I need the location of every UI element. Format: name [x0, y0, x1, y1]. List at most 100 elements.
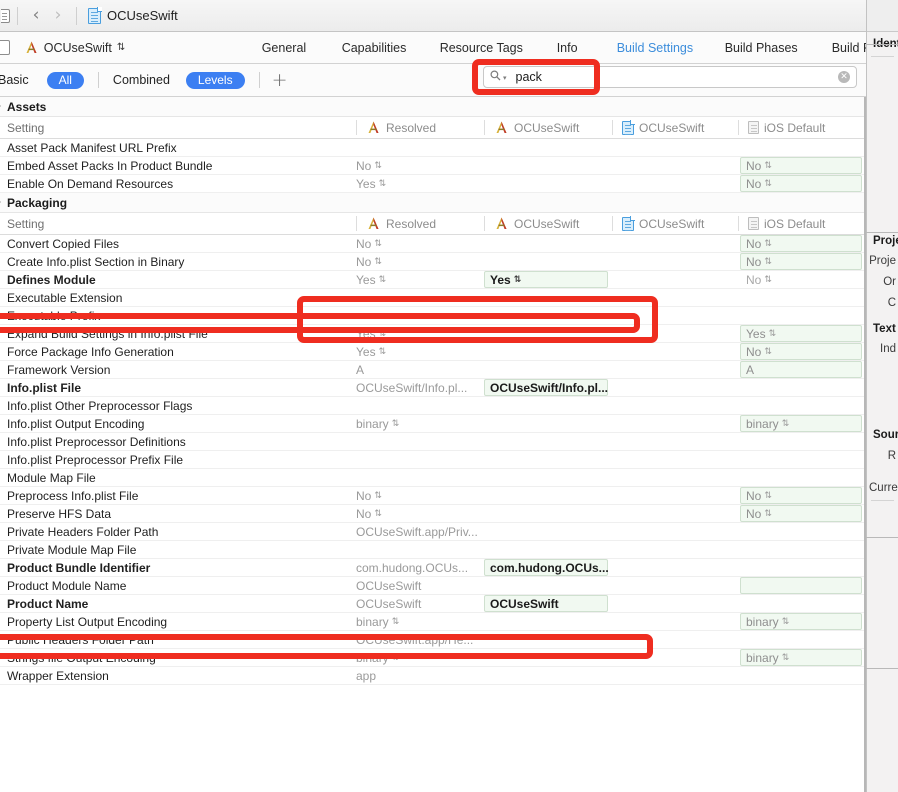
- table-row[interactable]: Public Headers Folder Path OCUseSwift.app…: [0, 631, 866, 649]
- ios-default-value-field[interactable]: binary ⇅: [740, 613, 862, 630]
- ios-default-stepper-icon[interactable]: ⇅: [764, 161, 771, 171]
- table-row[interactable]: Strings file Output Encoding binary ⇅ binar…: [0, 649, 866, 667]
- breadcrumb[interactable]: OCUseSwift: [88, 6, 178, 24]
- add-setting-button[interactable]: +: [272, 70, 288, 90]
- ios-default-value-field[interactable]: No ⇅: [740, 487, 862, 504]
- column-header-setting[interactable]: Setting: [0, 217, 348, 231]
- table-row[interactable]: Force Package Info Generation Yes ⇅ No ⇅: [0, 343, 866, 361]
- group-header-assets[interactable]: Assets: [0, 97, 866, 117]
- table-row[interactable]: Executable Prefix: [0, 307, 866, 325]
- group-title: Packaging: [7, 195, 68, 210]
- forward-button[interactable]: ›: [47, 7, 69, 24]
- table-row[interactable]: Preserve HFS Data No ⇅ No ⇅: [0, 505, 866, 523]
- table-row[interactable]: Framework Version A A: [0, 361, 866, 379]
- disclosure-triangle-icon[interactable]: [0, 198, 1, 206]
- filter-levels[interactable]: Levels: [185, 71, 245, 89]
- target-selector[interactable]: OCUseSwift ⇅: [24, 40, 125, 55]
- ios-default-value-field[interactable]: Yes ⇅: [740, 325, 862, 342]
- tab-build-settings[interactable]: Build Settings: [615, 41, 695, 55]
- ios-default-stepper-icon[interactable]: ⇅: [764, 347, 771, 357]
- table-row[interactable]: Module Map File: [0, 469, 866, 487]
- target-value-field[interactable]: Yes ⇅: [484, 271, 608, 288]
- column-header-target[interactable]: OCUseSwift: [484, 120, 579, 135]
- table-row[interactable]: Private Module Map File: [0, 541, 866, 559]
- tab-resource-tags[interactable]: Resource Tags: [438, 41, 525, 55]
- table-row[interactable]: Product Bundle Identifier com.hudong.OCUs…: [0, 559, 866, 577]
- ios-default-stepper-icon[interactable]: ⇅: [764, 509, 771, 519]
- table-row[interactable]: Asset Pack Manifest URL Prefix: [0, 139, 866, 157]
- sidebar-toggle-icon[interactable]: [1, 8, 10, 23]
- ios-default-stepper-icon[interactable]: ⇅: [764, 239, 771, 249]
- tab-capabilities[interactable]: Capabilities: [340, 41, 409, 55]
- table-row[interactable]: Info.plist Output Encoding binary ⇅ binary ⇅: [0, 415, 866, 433]
- search-input[interactable]: pack: [516, 70, 838, 84]
- ios-default-value-field[interactable]: A: [740, 361, 862, 378]
- ios-default-value-field[interactable]: No ⇅: [740, 505, 862, 522]
- target-stepper-icon[interactable]: ⇅: [514, 275, 521, 285]
- build-settings-table[interactable]: Assets Setting Resolved OCUseSwift OCUseSwif…: [0, 97, 866, 792]
- table-row[interactable]: Embed Asset Packs In Product Bundle No ⇅ No…: [0, 157, 866, 175]
- ios-default-stepper-icon[interactable]: ⇅: [782, 653, 789, 663]
- tab-info[interactable]: Info: [555, 41, 580, 55]
- resolved-value: com.hudong.OCUs...: [356, 560, 469, 575]
- table-row[interactable]: Executable Extension: [0, 289, 866, 307]
- column-header-target[interactable]: OCUseSwift: [484, 216, 579, 231]
- table-row[interactable]: Info.plist Preprocessor Prefix File: [0, 451, 866, 469]
- setting-name: Force Package Info Generation: [7, 344, 174, 359]
- target-stepper-icon[interactable]: ⇅: [117, 42, 125, 53]
- ios-default-value-field[interactable]: [740, 577, 862, 594]
- table-row[interactable]: Property List Output Encoding binary ⇅ bina…: [0, 613, 866, 631]
- ios-default-stepper-icon[interactable]: ⇅: [782, 617, 789, 627]
- table-row[interactable]: Info.plist Other Preprocessor Flags: [0, 397, 866, 415]
- ios-default-stepper-icon[interactable]: ⇅: [764, 257, 771, 267]
- table-row[interactable]: Defines Module Yes ⇅ Yes ⇅ No ⇅: [0, 271, 866, 289]
- table-row[interactable]: Product Name OCUseSwift OCUseSwift: [0, 595, 866, 613]
- table-row[interactable]: Private Headers Folder Path OCUseSwift.ap…: [0, 523, 866, 541]
- search-field[interactable]: ▾ pack ✕: [483, 66, 857, 88]
- table-row[interactable]: Expand Build Settings in Info.plist File…: [0, 325, 866, 343]
- ios-default-value-field[interactable]: No ⇅: [740, 235, 862, 252]
- filter-basic[interactable]: Basic: [0, 73, 29, 87]
- back-button[interactable]: ‹: [25, 7, 47, 24]
- table-row[interactable]: Preprocess Info.plist File No ⇅ No ⇅: [0, 487, 866, 505]
- target-value-field[interactable]: OCUseSwift: [484, 595, 608, 612]
- column-header-project[interactable]: OCUseSwift: [612, 119, 704, 135]
- column-header-ios-default[interactable]: iOS Default: [738, 216, 825, 231]
- column-header-resolved[interactable]: Resolved: [356, 120, 436, 135]
- target-value-field[interactable]: com.hudong.OCUs...: [484, 559, 609, 576]
- column-header-setting[interactable]: Setting: [0, 121, 348, 135]
- ios-default-value-field[interactable]: No ⇅: [740, 175, 862, 192]
- ios-default-stepper-icon[interactable]: ⇅: [764, 491, 771, 501]
- target-value-field[interactable]: OCUseSwift/Info.pl...: [484, 379, 608, 396]
- table-row[interactable]: Enable On Demand Resources Yes ⇅ No ⇅: [0, 175, 866, 193]
- table-row[interactable]: Convert Copied Files No ⇅ No ⇅: [0, 235, 866, 253]
- table-row[interactable]: Create Info.plist Section in Binary No ⇅ No…: [0, 253, 866, 271]
- table-row[interactable]: Wrapper Extension app: [0, 667, 866, 685]
- column-header-ios-default[interactable]: iOS Default: [738, 120, 825, 135]
- ios-default-value-field[interactable]: binary ⇅: [740, 415, 862, 432]
- group-header-packaging[interactable]: Packaging: [0, 193, 866, 213]
- table-row[interactable]: Product Module Name OCUseSwift: [0, 577, 866, 595]
- ios-default-stepper-icon[interactable]: ⇅: [764, 179, 771, 189]
- table-row[interactable]: Info.plist Preprocessor Definitions: [0, 433, 866, 451]
- ios-default-value-field[interactable]: No ⇅: [740, 157, 862, 174]
- ios-default-value-field[interactable]: binary ⇅: [740, 649, 862, 666]
- target-app-icon: [24, 40, 39, 55]
- tab-build-phases[interactable]: Build Phases: [723, 41, 800, 55]
- tab-general[interactable]: General: [260, 41, 308, 55]
- filter-combined[interactable]: Combined: [113, 73, 170, 87]
- inspector-panel[interactable]: Ident Proje Proje Or C Text Ind Sour R C…: [866, 0, 898, 792]
- disclosure-triangle-icon[interactable]: [0, 102, 1, 110]
- column-header-project[interactable]: OCUseSwift: [612, 215, 704, 231]
- target-list-toggle-icon[interactable]: [0, 40, 10, 55]
- filter-all[interactable]: All: [46, 71, 84, 89]
- column-header-resolved[interactable]: Resolved: [356, 216, 436, 231]
- table-row[interactable]: Info.plist File OCUseSwift/Info.pl... OCUs…: [0, 379, 866, 397]
- ios-default-value-field[interactable]: No ⇅: [740, 253, 862, 270]
- setting-name: Executable Extension: [7, 290, 123, 305]
- ios-default-stepper-icon[interactable]: ⇅: [769, 329, 776, 339]
- clear-search-icon[interactable]: ✕: [838, 71, 850, 83]
- ios-default-value-field[interactable]: No ⇅: [740, 343, 862, 360]
- search-chevron-down-icon[interactable]: ▾: [503, 74, 507, 82]
- ios-default-stepper-icon[interactable]: ⇅: [782, 419, 789, 429]
